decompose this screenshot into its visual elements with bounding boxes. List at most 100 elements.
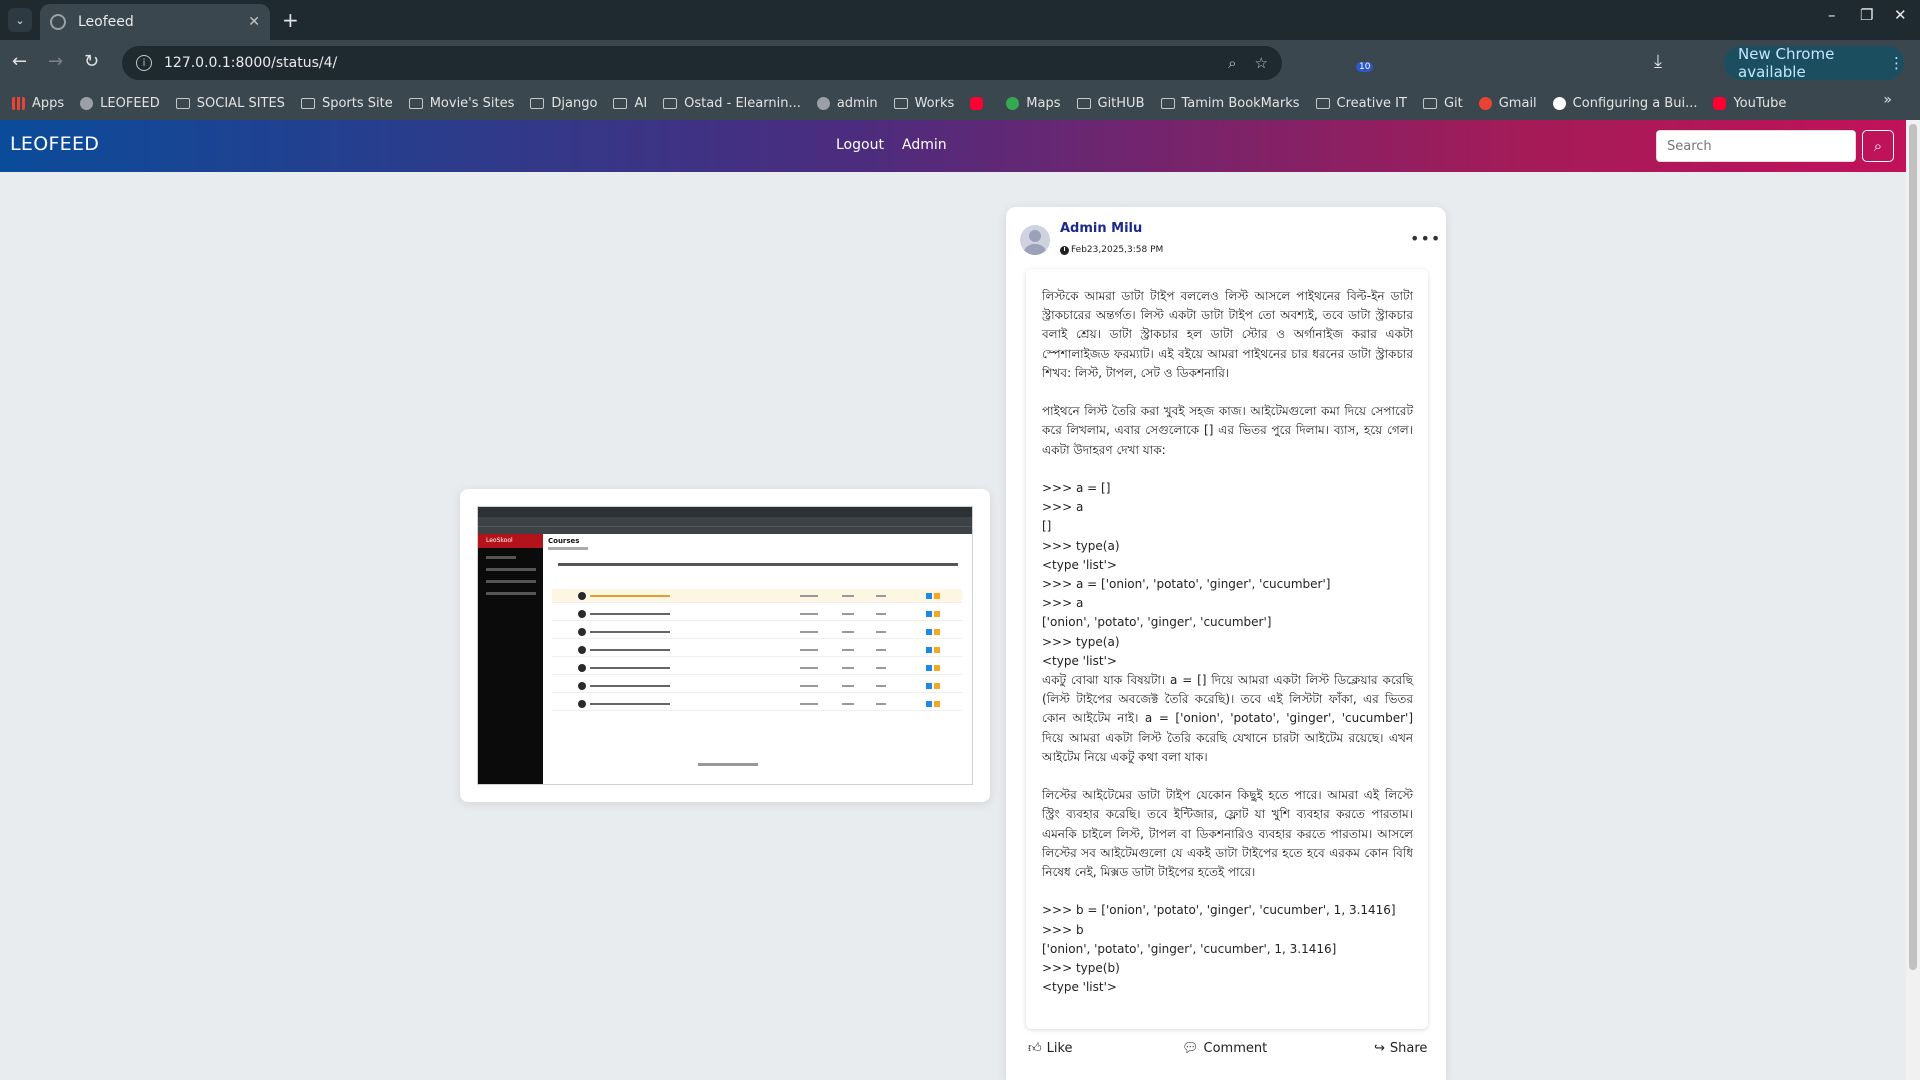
bookmark-item[interactable]: YouTube xyxy=(1713,96,1786,111)
post-paragraph: একটু বোঝা যাক বিষয়টা। a = [] দিয়ে আমরা… xyxy=(1042,673,1413,764)
apps-icon xyxy=(12,96,25,110)
post-paragraph: লিস্টের আইটেমের ডাটা টাইপ যেকোন কিছুই হত… xyxy=(1042,788,1413,880)
bookmark-item[interactable]: Creative IT xyxy=(1315,95,1407,111)
bookmark-item[interactable]: Sports Site xyxy=(300,96,393,111)
code-line: >>> type(b) xyxy=(1042,961,1120,976)
zoom-icon[interactable]: ⌕ xyxy=(1228,54,1236,72)
bookmark-item[interactable]: Works xyxy=(893,96,954,111)
bookmark-item[interactable]: Apps xyxy=(12,96,64,111)
bookmark-label: Creative IT xyxy=(1336,95,1407,111)
code-line: >>> a xyxy=(1042,500,1084,515)
folder-icon xyxy=(1076,97,1091,109)
globe-icon xyxy=(50,14,66,30)
post-image-screenshot[interactable]: LeoSkool Courses xyxy=(477,506,973,785)
code-line: ['onion', 'potato', 'ginger', 'cucumber'… xyxy=(1042,615,1272,630)
bookmark-label: Apps xyxy=(32,95,65,111)
window-close-icon[interactable]: ✕ xyxy=(1894,6,1907,24)
back-arrow-icon[interactable]: ← xyxy=(12,50,27,74)
brand-logo[interactable]: LEOFEED xyxy=(10,133,99,155)
bookmark-label: Git xyxy=(1443,95,1463,111)
code-line: [] xyxy=(1042,519,1052,534)
comment-button[interactable]: 💬︎ Comment xyxy=(1182,1041,1267,1056)
chevron-double-right-icon[interactable]: » xyxy=(1883,92,1892,108)
share-button[interactable]: ↪ Share xyxy=(1374,1041,1427,1056)
folder-icon xyxy=(530,97,545,109)
thumbs-up-icon: 👍︎ xyxy=(1028,1041,1042,1056)
extension-badge: 10 xyxy=(1356,62,1374,72)
bookmark-item[interactable]: Gmail xyxy=(1478,95,1537,111)
bookmark-item[interactable]: admin xyxy=(816,96,878,111)
bookmark-label: Gmail xyxy=(1498,95,1537,111)
youtube-icon xyxy=(970,96,984,110)
site-info-icon[interactable]: i xyxy=(136,55,152,71)
new-tab-plus-icon[interactable]: + xyxy=(282,8,299,32)
bookmark-item[interactable]: Movie's Sites xyxy=(408,95,515,111)
forward-arrow-icon[interactable]: → xyxy=(48,50,63,74)
url-text[interactable]: 127.0.0.1:8000/status/4/ xyxy=(164,55,1210,71)
new-chrome-available-button[interactable]: New Chrome available ⋮ xyxy=(1724,45,1904,81)
post-image-card[interactable]: LeoSkool Courses xyxy=(460,489,990,802)
kebab-menu-icon[interactable]: ⋮ xyxy=(1889,54,1904,72)
folder-icon xyxy=(1315,97,1330,109)
folder-icon xyxy=(663,97,678,109)
bookmark-item[interactable]: Git xyxy=(1422,95,1463,111)
tab-search-chevron-icon[interactable]: ⌄ xyxy=(8,8,32,32)
post-date: Feb23,2025,3:58 PM xyxy=(1071,245,1164,255)
browser-tab[interactable]: Leofeed ✕ xyxy=(40,4,270,40)
code-line: <type 'list'> xyxy=(1042,980,1117,995)
bookmark-label: Ostad - Elearnin... xyxy=(684,95,801,111)
bookmark-item[interactable]: GitHUB xyxy=(1076,95,1145,111)
restore-icon[interactable]: ❐ xyxy=(1860,6,1873,24)
bookmark-item[interactable]: Maps xyxy=(1006,96,1061,111)
bookmark-item[interactable] xyxy=(970,96,990,110)
bookmark-star-icon[interactable]: ☆ xyxy=(1255,54,1268,72)
bookmark-item[interactable]: Tamim BookMarks xyxy=(1160,95,1300,111)
post-actions: 👍︎ Like 💬︎ Comment ↪ Share xyxy=(1028,1041,1427,1065)
scrollbar-thumb[interactable] xyxy=(1909,124,1917,970)
bookmark-item[interactable]: Django xyxy=(530,96,597,111)
like-button[interactable]: 👍︎ Like xyxy=(1028,1041,1073,1056)
search-input[interactable] xyxy=(1656,130,1856,162)
post-author[interactable]: Admin Milu xyxy=(1060,221,1142,236)
code-line: >>> a = ['onion', 'potato', 'ginger', 'c… xyxy=(1042,577,1331,592)
bookmark-item[interactable]: Configuring a Bui... xyxy=(1552,96,1697,111)
avatar[interactable] xyxy=(1020,225,1050,255)
share-label: Share xyxy=(1389,1041,1428,1056)
bookmark-label: AI xyxy=(634,95,648,111)
nav-admin-link[interactable]: Admin xyxy=(902,137,947,153)
download-icon[interactable]: ⤓ xyxy=(1654,50,1662,74)
post-date-row: Feb23,2025,3:58 PM xyxy=(1060,245,1163,255)
code-line: >>> a xyxy=(1042,596,1084,611)
post-paragraph: পাইথনে লিস্ট তৈরি করা খুবই সহজ কাজ। আইটে… xyxy=(1042,404,1413,457)
bookmark-icon xyxy=(1552,96,1566,110)
comment-label: Comment xyxy=(1203,1041,1268,1056)
bookmark-label: SOCIAL SITES xyxy=(196,95,285,111)
bookmark-label: GitHUB xyxy=(1097,95,1145,111)
search-button[interactable]: ⌕ xyxy=(1862,130,1894,162)
bookmark-item[interactable]: LEOFEED xyxy=(80,96,160,111)
bookmark-item[interactable]: AI xyxy=(613,96,647,111)
bookmark-item[interactable]: Ostad - Elearnin... xyxy=(663,96,801,111)
bookmark-item[interactable]: SOCIAL SITES xyxy=(175,95,285,111)
tab-close-icon[interactable]: ✕ xyxy=(248,14,260,30)
code-block: >>> b = ['onion', 'potato', 'ginger', 'c… xyxy=(1042,901,1413,997)
post-paragraph: লিস্টকে আমরা ডাটা টাইপ বললেও লিস্ট আসলে … xyxy=(1042,289,1413,380)
bookmark-label: YouTube xyxy=(1733,95,1787,111)
nav-logout-link[interactable]: Logout xyxy=(836,137,884,153)
minimize-icon[interactable]: – xyxy=(1828,6,1836,24)
folder-icon xyxy=(300,97,315,109)
bookmark-label: Tamim BookMarks xyxy=(1181,95,1300,111)
clock-icon xyxy=(1060,245,1069,255)
globe-icon xyxy=(80,96,94,110)
code-line: >>> type(a) xyxy=(1042,634,1120,649)
reload-icon[interactable]: ↻ xyxy=(84,50,99,74)
code-line: >>> a = [] xyxy=(1042,481,1111,495)
code-line: <type 'list'> xyxy=(1042,653,1117,668)
search-icon: ⌕ xyxy=(1873,137,1883,155)
more-options-icon[interactable]: ••• xyxy=(1410,229,1441,248)
maps-icon xyxy=(1006,96,1020,110)
code-line: >>> b xyxy=(1042,922,1084,937)
folder-icon xyxy=(1160,97,1175,109)
address-bar[interactable]: i 127.0.0.1:8000/status/4/ ⌕ ☆ xyxy=(122,46,1282,80)
bookmark-label: Movie's Sites xyxy=(429,95,515,111)
